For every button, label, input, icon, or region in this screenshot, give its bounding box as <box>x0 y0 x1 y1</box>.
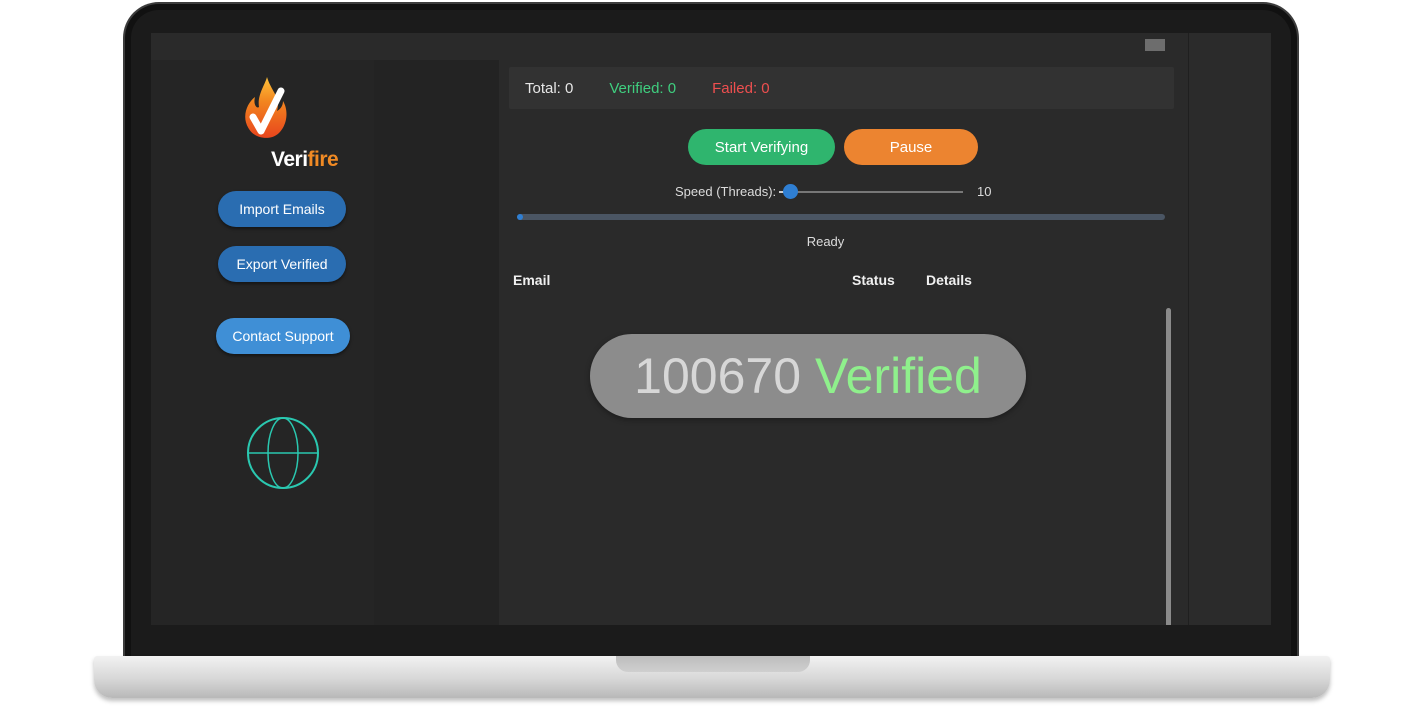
speed-slider-track[interactable] <box>779 191 963 193</box>
results-scrollbar[interactable] <box>1166 308 1171 625</box>
right-gutter <box>1188 33 1271 625</box>
sidebar: Verifire Import Emails Export Verified C… <box>151 60 374 625</box>
laptop-base-notch <box>616 656 810 672</box>
verified-count-badge: 100670 Verified <box>590 334 1026 418</box>
main-panel: Total: 0 Verified: 0 Failed: 0 Start Ver… <box>499 60 1188 625</box>
secondary-panel <box>374 60 499 625</box>
stat-failed: Failed: 0 <box>712 79 770 97</box>
import-emails-button[interactable]: Import Emails <box>218 191 346 227</box>
app-screen: Verifire Import Emails Export Verified C… <box>151 33 1271 625</box>
column-header-details[interactable]: Details <box>926 272 972 288</box>
speed-label: Speed (Threads): <box>675 184 777 199</box>
contact-support-button[interactable]: Contact Support <box>216 318 350 354</box>
logo-text: Verifire <box>271 148 339 172</box>
column-header-status[interactable]: Status <box>852 272 895 288</box>
progress-fill <box>517 214 523 220</box>
pause-button[interactable]: Pause <box>844 129 978 165</box>
progress-bar <box>517 214 1165 220</box>
stats-bar: Total: 0 Verified: 0 Failed: 0 <box>509 67 1174 109</box>
verified-label: Verified <box>815 348 982 404</box>
speed-value: 10 <box>977 184 992 199</box>
stat-verified: Verified: 0 <box>609 79 677 97</box>
speed-slider-thumb[interactable] <box>782 184 798 199</box>
verified-count: 100670 <box>634 348 802 404</box>
flame-checkmark-icon <box>245 77 287 138</box>
window-control-icon[interactable] <box>1145 39 1165 51</box>
stat-total: Total: 0 <box>525 79 574 97</box>
logo-text-accent: fire <box>307 148 339 171</box>
start-verifying-button[interactable]: Start Verifying <box>688 129 835 165</box>
column-header-email[interactable]: Email <box>513 272 550 288</box>
status-text: Ready <box>806 234 845 249</box>
globe-icon[interactable] <box>245 415 321 491</box>
export-verified-button[interactable]: Export Verified <box>218 246 346 282</box>
laptop-mockup: Verifire Import Emails Export Verified C… <box>0 0 1424 720</box>
logo-text-main: Veri <box>271 148 308 171</box>
